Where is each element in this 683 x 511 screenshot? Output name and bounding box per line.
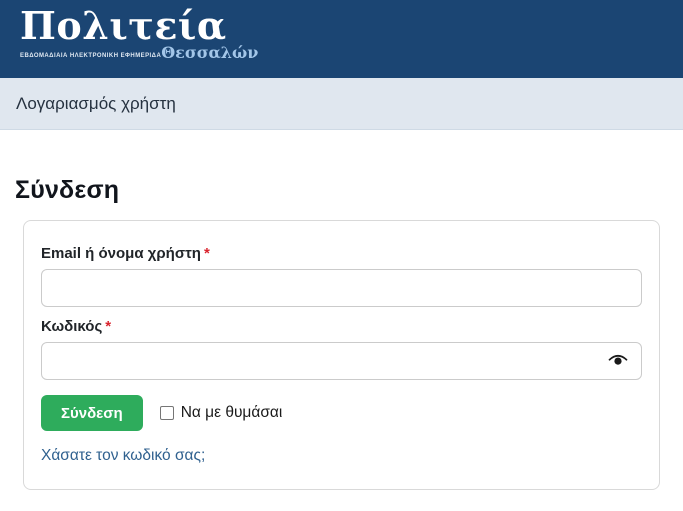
app-header: Πολιτεία ΕΒΔΟΜΑΔΙΑΙΑ ΗΛΕΚΤΡΟΝΙΚΗ ΕΦΗΜΕΡΙ… [0,0,683,78]
page-title-bar: Λογαριασμός χρήστη [0,78,683,130]
email-label-text: Email ή όνομα χρήστη [41,245,201,262]
show-password-button[interactable] [604,351,632,372]
login-form-card: Email ή όνομα χρήστη* Κωδικός* Σύνδεση Ν [23,220,660,490]
main-content: Σύνδεση Email ή όνομα χρήστη* Κωδικός* Σ… [0,176,683,490]
login-heading: Σύνδεση [15,176,668,205]
password-label-text: Κωδικός [41,318,102,335]
logo-title: Πολιτεία [20,5,258,46]
email-label: Email ή όνομα χρήστη* [41,245,642,262]
email-input[interactable] [41,269,642,307]
form-actions: Σύνδεση Να με θυμάσαι [41,395,642,431]
remember-label: Να με θυμάσαι [181,404,283,422]
forgot-password-link[interactable]: Χάσατε τον κωδικό σας; [41,447,205,465]
logo-region: Θεσσαλών [161,43,258,62]
required-asterisk: * [105,318,111,335]
password-input[interactable] [41,342,642,380]
page-title: Λογαριασμός χρήστη [16,94,176,114]
remember-me[interactable]: Να με θυμάσαι [160,404,283,422]
logo[interactable]: Πολιτεία ΕΒΔΟΜΑΔΙΑΙΑ ΗΛΕΚΤΡΟΝΙΚΗ ΕΦΗΜΕΡΙ… [20,5,258,62]
password-field-wrapper [41,342,642,380]
required-asterisk: * [204,245,210,262]
login-button[interactable]: Σύνδεση [41,395,143,431]
eye-icon [608,356,628,371]
logo-subtitle: ΕΒΔΟΜΑΔΙΑΙΑ ΗΛΕΚΤΡΟΝΙΚΗ ΕΦΗΜΕΡΙΔΑ [20,53,161,59]
password-label: Κωδικός* [41,318,642,335]
remember-checkbox[interactable] [160,406,174,420]
